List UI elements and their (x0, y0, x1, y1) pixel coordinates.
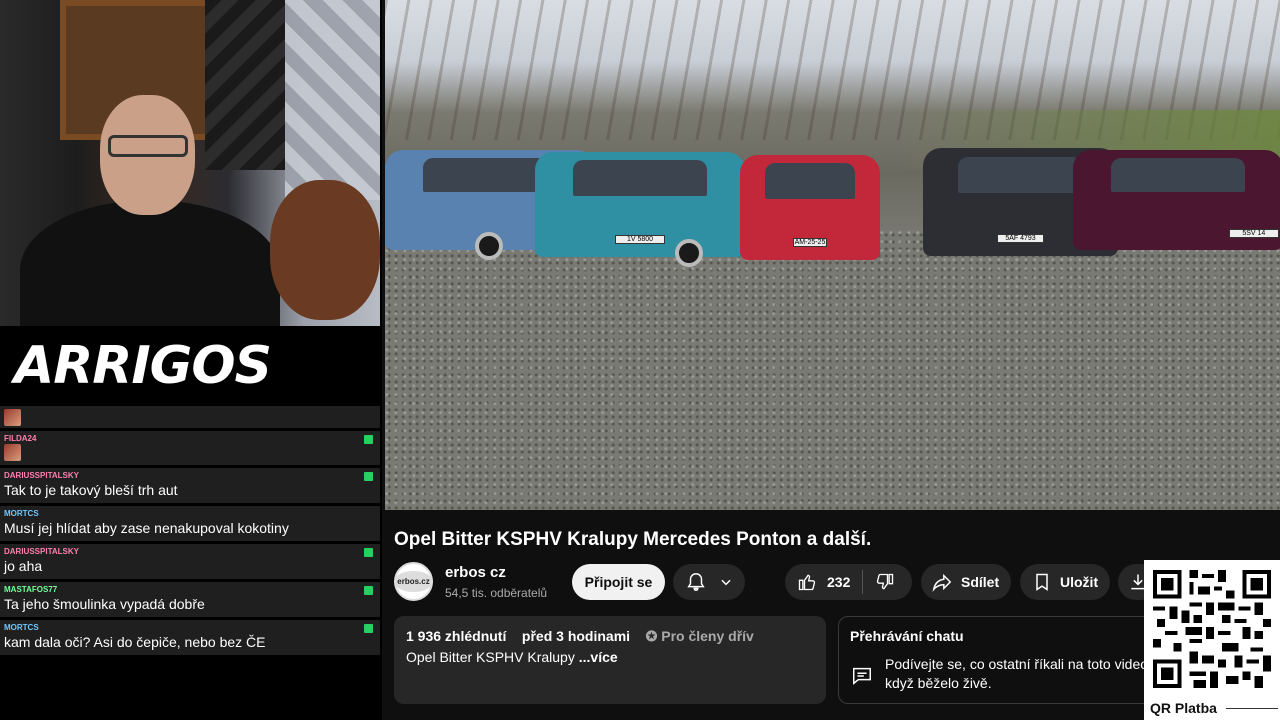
description-snippet: Opel Bitter KSPHV Kralupy ...více (406, 649, 814, 665)
gravel-ground (385, 230, 1280, 510)
chat-overlay: FILDA24 DARIUSSPITALSKY Tak to je takový… (0, 406, 380, 658)
chat-message: MASTAFOS77 Ta jeho šmoulinka vypadá dobř… (0, 582, 380, 617)
chat-username: MORTCS (4, 623, 39, 632)
save-button[interactable]: Uložit (1020, 564, 1110, 600)
webcam-feed (0, 0, 380, 326)
chat-bubble-icon (853, 667, 871, 685)
chat-text: jo aha (4, 558, 43, 574)
streamer-body (20, 200, 280, 326)
upload-time: před 3 hodinami (521, 628, 631, 644)
license-plate: 1V 5800 (614, 235, 666, 245)
emote-icon (4, 409, 21, 426)
share-button[interactable]: Sdílet (921, 564, 1011, 600)
qr-label: QR Platba (1150, 700, 1217, 716)
platform-badge-icon (364, 435, 373, 444)
qr-payment-panel: QR Platba (1144, 560, 1280, 720)
chat-replay-box[interactable]: Přehrávání chatu Podívejte se, co ostatn… (838, 616, 1156, 704)
platform-badge-icon (364, 586, 373, 595)
chat-username: DARIUSSPITALSKY (4, 471, 79, 480)
chat-message: MORTCS Musí jej hlídat aby zase nenakupo… (0, 506, 380, 541)
bookmark-icon (1036, 573, 1048, 591)
acoustic-foam (205, 0, 285, 170)
chat-message: MORTCS kam dala oči? Asi do čepiče, nebo… (0, 620, 380, 655)
video-title: Opel Bitter KSPHV Kralupy Mercedes Ponto… (394, 529, 872, 550)
chat-replay-text: Podívejte se, co ostatní říkali na toto … (885, 656, 1152, 691)
qr-code-icon (1153, 570, 1271, 688)
chat-text: Tak to je takový bleší trh aut (4, 482, 178, 498)
stream-screen: ARRIGOS FILDA24 DARIUSSPITALSKY Tak to j… (0, 0, 1280, 720)
description-text: Opel Bitter KSPHV Kralupy (406, 649, 579, 665)
chat-message: DARIUSSPITALSKY Tak to je takový bleší t… (0, 468, 380, 503)
dislike-button[interactable] (863, 572, 895, 592)
license-plate: AM-25-25 (793, 238, 827, 248)
video-player[interactable]: 1V 5800 AM-25-25 5AF 4793 5SV 14 (385, 0, 1280, 510)
chat-text: Ta jeho šmoulinka vypadá dobře (4, 596, 205, 612)
description-box[interactable]: 1 936 zhlédnutí před 3 hodinami ✪ Pro čl… (394, 616, 826, 704)
car-bmw-purple: 5SV 14 (1073, 150, 1280, 250)
wall-panel (285, 0, 380, 200)
platform-badge-icon (364, 624, 373, 633)
bell-icon (687, 573, 705, 591)
platform-badge-icon (364, 472, 373, 481)
thumbs-down-icon (877, 573, 894, 590)
share-icon (932, 573, 952, 592)
chat-message (0, 406, 380, 428)
plush-toy (270, 180, 380, 320)
chat-text: kam dala oči? Asi do čepiče, nebo bez ČE (4, 634, 266, 650)
thumbs-up-icon (798, 574, 816, 591)
members-first-icon: ✪ (645, 628, 658, 644)
divider (1226, 708, 1278, 709)
license-plate: 5SV 14 (1228, 229, 1279, 238)
join-button[interactable]: Připojit se (572, 564, 665, 600)
license-plate: 5AF 4793 (997, 234, 1044, 244)
chat-message: FILDA24 (0, 431, 380, 465)
chevron-down-icon (721, 579, 731, 586)
like-button[interactable]: 232 (785, 570, 864, 594)
channel-name[interactable]: erbos cz (445, 564, 506, 581)
show-more-link[interactable]: ...více (579, 649, 618, 665)
channel-avatar-text: erbos.cz (394, 571, 433, 592)
view-count: 1 936 zhlédnutí (406, 628, 507, 644)
streamer-logo: ARRIGOS (14, 336, 272, 396)
like-dislike-group: 232 (785, 564, 912, 600)
platform-badge-icon (364, 548, 373, 557)
notification-button[interactable] (673, 564, 745, 600)
chat-username: MORTCS (4, 509, 39, 518)
car-skoda-red: AM-25-25 (740, 155, 880, 260)
channel-avatar[interactable]: erbos.cz (394, 562, 433, 601)
chat-text: Musí jej hlídat aby zase nenakupoval kok… (4, 520, 289, 536)
chat-username: MASTAFOS77 (4, 585, 58, 594)
emote-icon (4, 444, 21, 461)
description-meta: 1 936 zhlédnutí před 3 hodinami ✪ Pro čl… (406, 628, 814, 645)
like-count: 232 (827, 574, 851, 590)
chat-message: DARIUSSPITALSKY jo aha (0, 544, 380, 579)
car-skoda-teal: 1V 5800 (535, 152, 745, 267)
glasses (108, 135, 188, 157)
subscriber-count: 54,5 tis. odběratelů (445, 586, 548, 600)
save-label: Uložit (1060, 574, 1099, 590)
stream-overlay-column: ARRIGOS FILDA24 DARIUSSPITALSKY Tak to j… (0, 0, 382, 720)
chat-username: DARIUSSPITALSKY (4, 547, 79, 556)
share-label: Sdílet (961, 574, 1000, 590)
chat-username: FILDA24 (4, 434, 37, 443)
members-label: Pro členy dřív (661, 628, 754, 644)
chat-replay-heading: Přehrávání chatu (850, 628, 964, 644)
